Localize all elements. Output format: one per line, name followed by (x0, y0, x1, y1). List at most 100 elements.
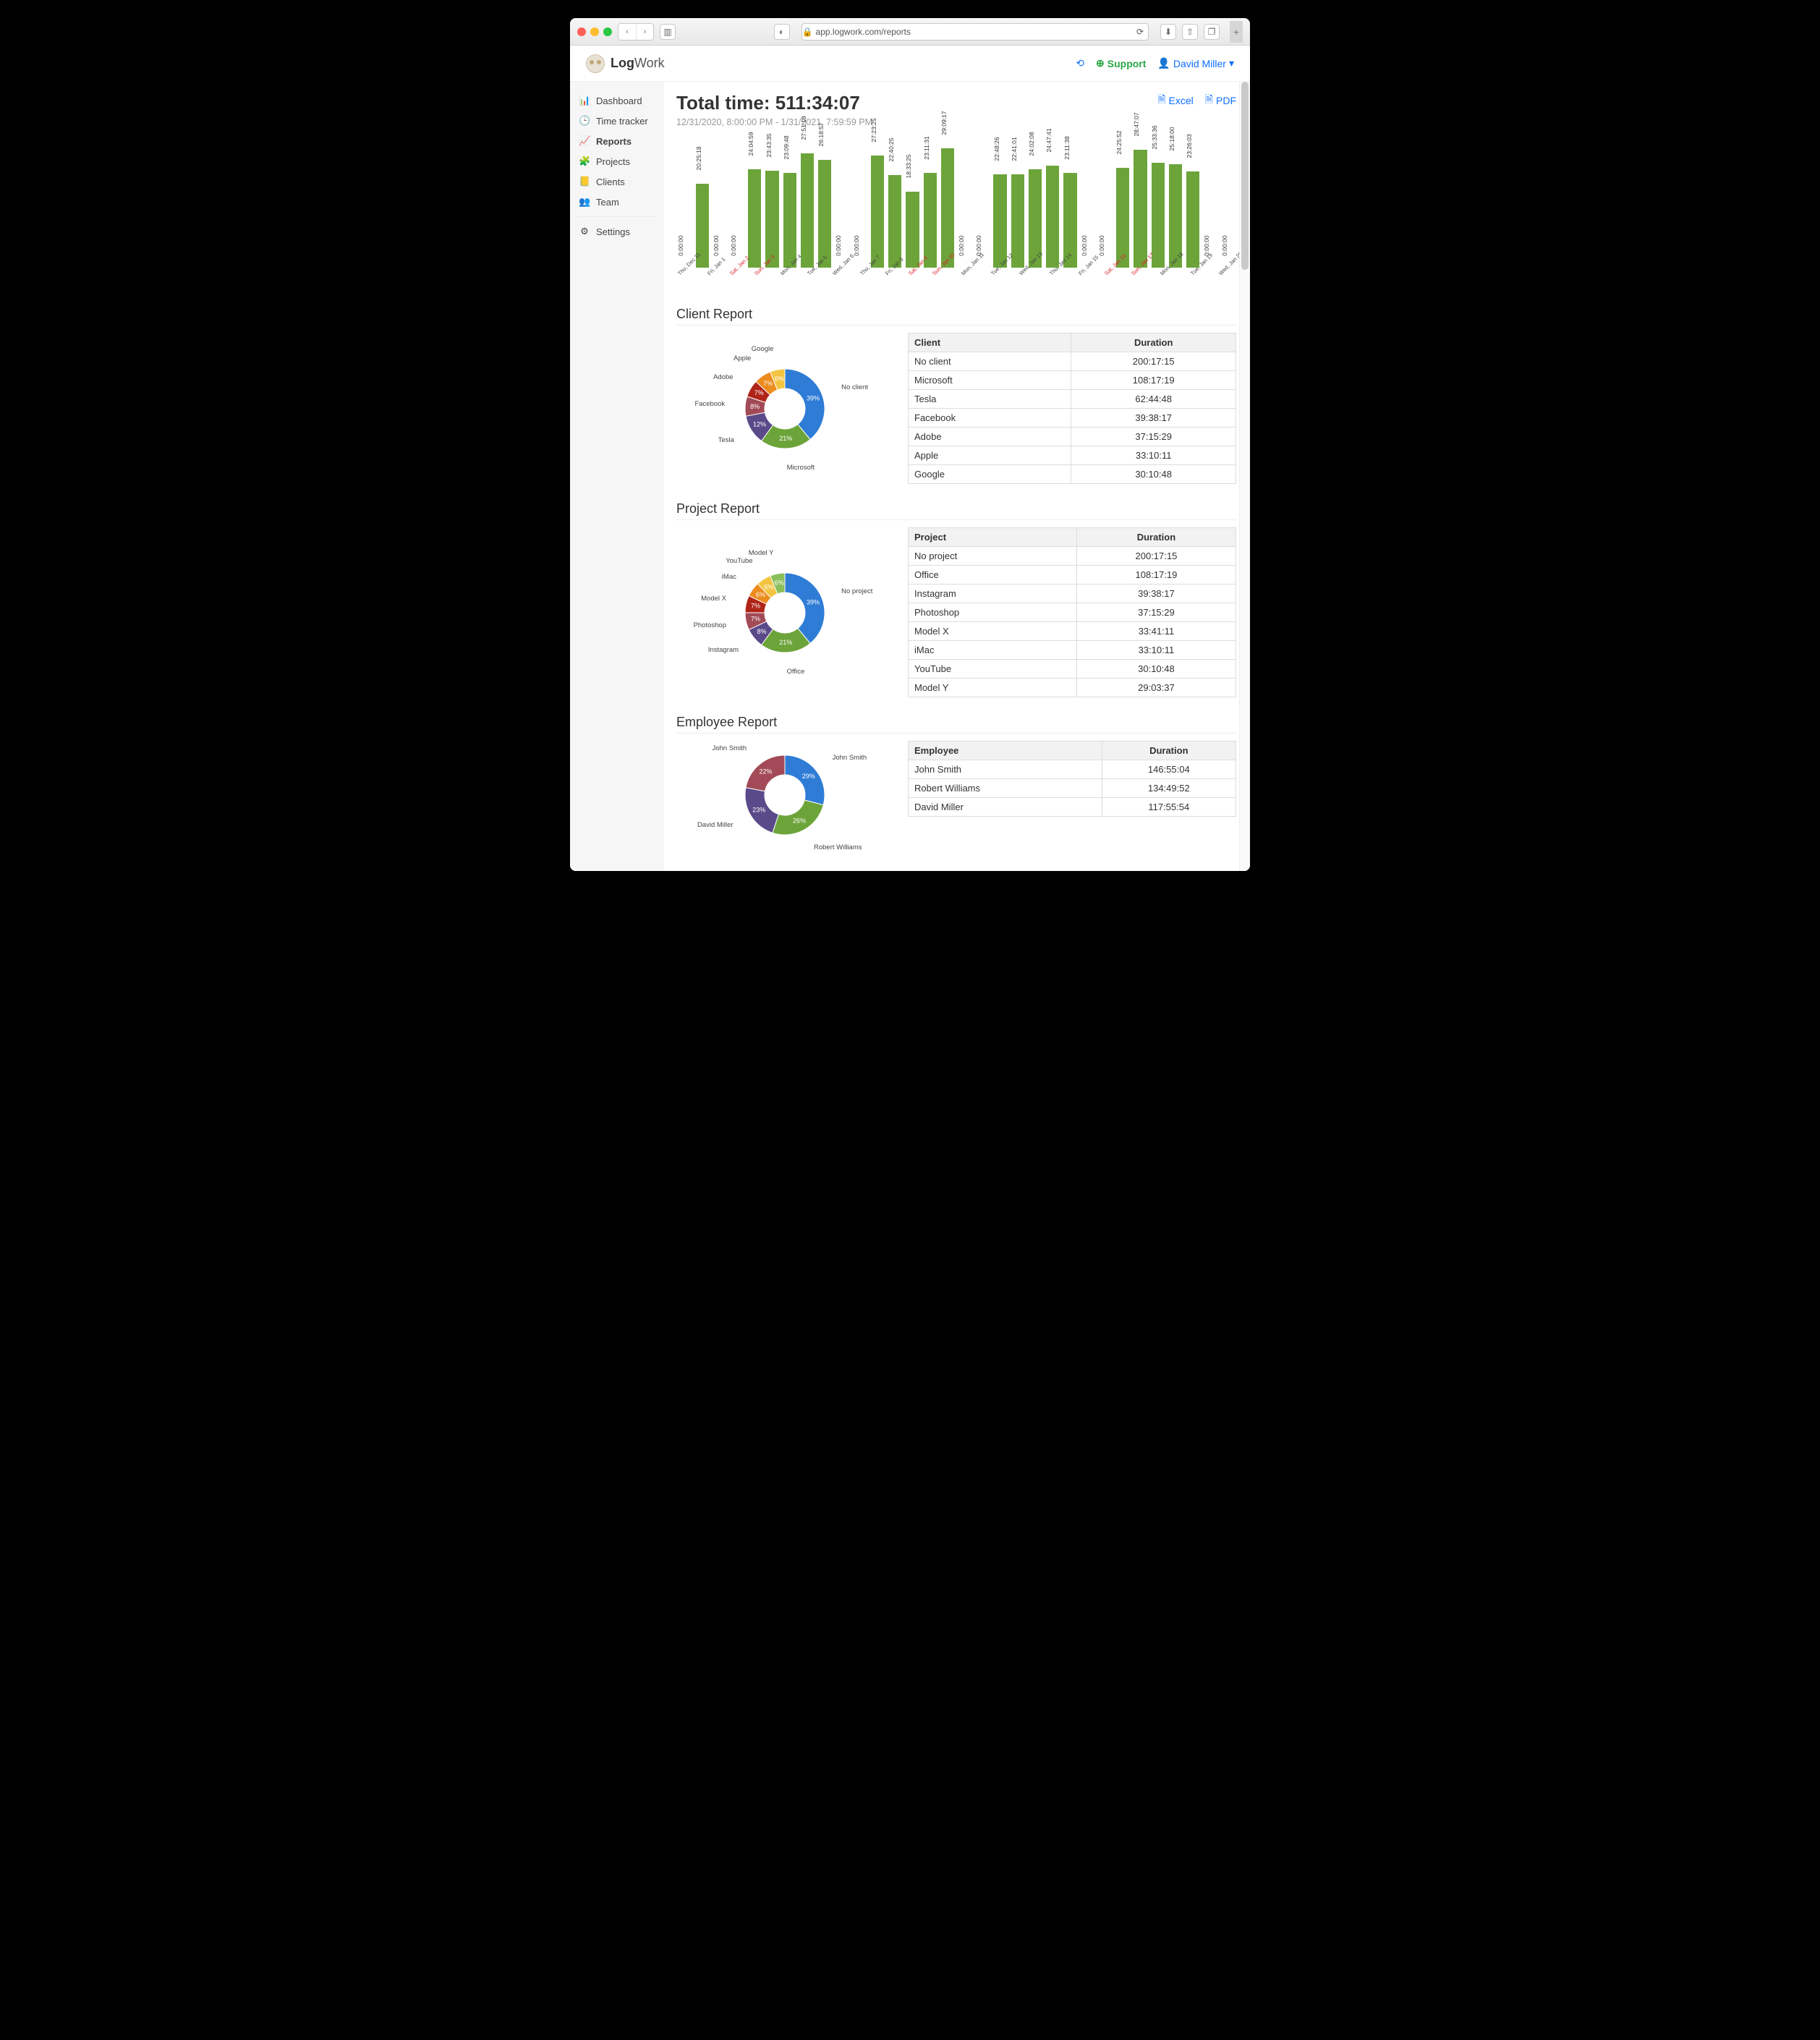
donut-series-label: David Miller (697, 821, 733, 829)
url-bar[interactable]: 🔒 app.logwork.com/reports ⟳ (801, 23, 1149, 41)
section-project-heading: Project Report (676, 501, 1236, 520)
bar-value-label: 23:26:03 (1186, 134, 1193, 158)
scrollbar-track[interactable] (1239, 82, 1250, 871)
sidebar-item-team[interactable]: 👥Team (570, 192, 663, 212)
table-row: Model Y29:03:37 (909, 679, 1236, 697)
bar (765, 171, 778, 268)
sidebar-item-dashboard[interactable]: 📊Dashboard (570, 90, 663, 111)
reload-icon[interactable]: ⟳ (1136, 27, 1144, 37)
cell-name: No client (909, 352, 1071, 371)
donut-series-label: John Smith (710, 744, 747, 752)
donut-series-label: Tesla (698, 436, 734, 444)
sidebar-item-reports[interactable]: 📈Reports (570, 131, 663, 151)
bar (888, 175, 901, 268)
new-tab-button[interactable]: + (1230, 21, 1243, 43)
refresh-icon[interactable]: ⟲ (1076, 57, 1084, 69)
donut-pct-label: 29% (802, 773, 815, 780)
app-header: LogWork ⟲ ⊕ Support 👤 David Miller ▾ (570, 46, 1250, 82)
nav-back-forward: ‹ › (618, 23, 654, 41)
sidebar-item-settings[interactable]: ⚙ Settings (570, 221, 663, 242)
bar-col: 28:47:07 (1132, 150, 1149, 268)
sidebar-item-time-tracker[interactable]: 🕒Time tracker (570, 111, 663, 131)
cell-duration: 37:15:29 (1071, 428, 1236, 446)
donut-series-label: Instagram (702, 646, 739, 654)
table-row: No project200:17:15 (909, 547, 1236, 566)
donut-pct-label: 8% (750, 402, 760, 409)
shield-icon[interactable]: ◐ (774, 24, 790, 40)
project-col-name: Project (909, 528, 1077, 547)
bar-col: 22:40:25 (887, 175, 903, 268)
bar (906, 192, 919, 268)
sidebar-item-clients[interactable]: 📒Clients (570, 171, 663, 192)
bar (1186, 171, 1199, 268)
bar-value-label: 23:11:38 (1063, 136, 1071, 159)
user-icon: 👤 (1157, 57, 1170, 69)
bar-value-label: 18:33:25 (905, 154, 912, 178)
forward-button[interactable]: › (636, 24, 653, 40)
bar-col: 22:48:26 (992, 174, 1008, 268)
close-icon[interactable] (577, 27, 586, 36)
cell-duration: 108:17:19 (1071, 371, 1236, 390)
bar-col: 24:47:41 (1045, 166, 1061, 268)
employee-col-duration: Duration (1102, 741, 1236, 760)
bar (941, 148, 954, 268)
bar-col: 27:51:19 (799, 153, 816, 268)
bar-value-label: 20:25:18 (695, 146, 702, 170)
cell-name: Tesla (909, 390, 1071, 409)
bar-value-label: 29:09:17 (940, 111, 948, 135)
bar-col: 18:33:25 (904, 192, 921, 268)
bar-value-label: 22:48:26 (993, 137, 1000, 161)
donut-series-label: Robert Williams (814, 843, 862, 851)
export-excel-button[interactable]: 🗎Excel (1157, 92, 1194, 109)
brand-logo[interactable]: LogWork (586, 54, 665, 73)
download-icon[interactable]: ⬇ (1160, 24, 1176, 40)
donut-series-label: Google (737, 345, 773, 353)
user-menu[interactable]: 👤 David Miller ▾ (1157, 57, 1234, 69)
sidebar-item-label: Reports (596, 136, 632, 147)
tabs-icon[interactable]: ❐ (1204, 24, 1220, 40)
nav-icon: 🧩 (579, 156, 590, 167)
bar (1134, 150, 1147, 268)
bar (748, 169, 761, 268)
table-row: Tesla62:44:48 (909, 390, 1236, 409)
brand-bold: Log (611, 56, 634, 70)
maximize-icon[interactable] (603, 27, 612, 36)
share-icon[interactable]: ⇧ (1182, 24, 1198, 40)
cell-duration: 62:44:48 (1071, 390, 1236, 409)
employee-donut-chart: 29%26%23%22%John SmithRobert WilliamsDav… (731, 741, 839, 849)
bar-col: 25:33:36 (1149, 163, 1166, 268)
bar-value-label: 0:00:00 (1221, 235, 1228, 255)
title-row: Total time: 511:34:07 12/31/2020, 8:00:0… (676, 92, 1236, 127)
donut-pct-label: 8% (757, 627, 767, 634)
file-excel-icon: 🗎 (1157, 92, 1165, 109)
bar-value-label: 0:00:00 (958, 235, 965, 255)
sidebar-item-label: Clients (596, 177, 625, 187)
bar (783, 173, 796, 268)
table-row: YouTube30:10:48 (909, 660, 1236, 679)
bar-value-label: 0:00:00 (713, 235, 720, 255)
donut-series-label: Photoshop (690, 621, 726, 629)
cell-name: Office (909, 566, 1077, 585)
table-row: David Miller117:55:54 (909, 798, 1236, 817)
donut-series-label: Office (787, 668, 805, 676)
cell-name: Google (909, 465, 1071, 484)
cell-name: Adobe (909, 428, 1071, 446)
support-link[interactable]: ⊕ Support (1096, 57, 1146, 69)
bar (1011, 174, 1024, 268)
sidebar-item-projects[interactable]: 🧩Projects (570, 151, 663, 171)
donut-pct-label: 21% (779, 638, 792, 645)
cell-duration: 200:17:15 (1071, 352, 1236, 371)
sidebar-toggle-icon[interactable]: ▥ (660, 24, 676, 40)
donut-pct-label: 7% (751, 615, 760, 622)
donut-pct-label: 6% (756, 590, 765, 598)
bar-col: 29:09:17 (940, 148, 956, 268)
bar (993, 174, 1006, 268)
back-button[interactable]: ‹ (618, 24, 636, 40)
export-pdf-button[interactable]: 🗎PDF (1205, 92, 1236, 109)
bar-value-label: 24:02:08 (1028, 132, 1035, 156)
minimize-icon[interactable] (590, 27, 599, 36)
cell-duration: 108:17:19 (1076, 566, 1236, 585)
scrollbar-thumb[interactable] (1241, 82, 1249, 270)
cell-duration: 134:49:52 (1102, 779, 1236, 798)
bar-value-label: 22:41:01 (1011, 137, 1018, 161)
